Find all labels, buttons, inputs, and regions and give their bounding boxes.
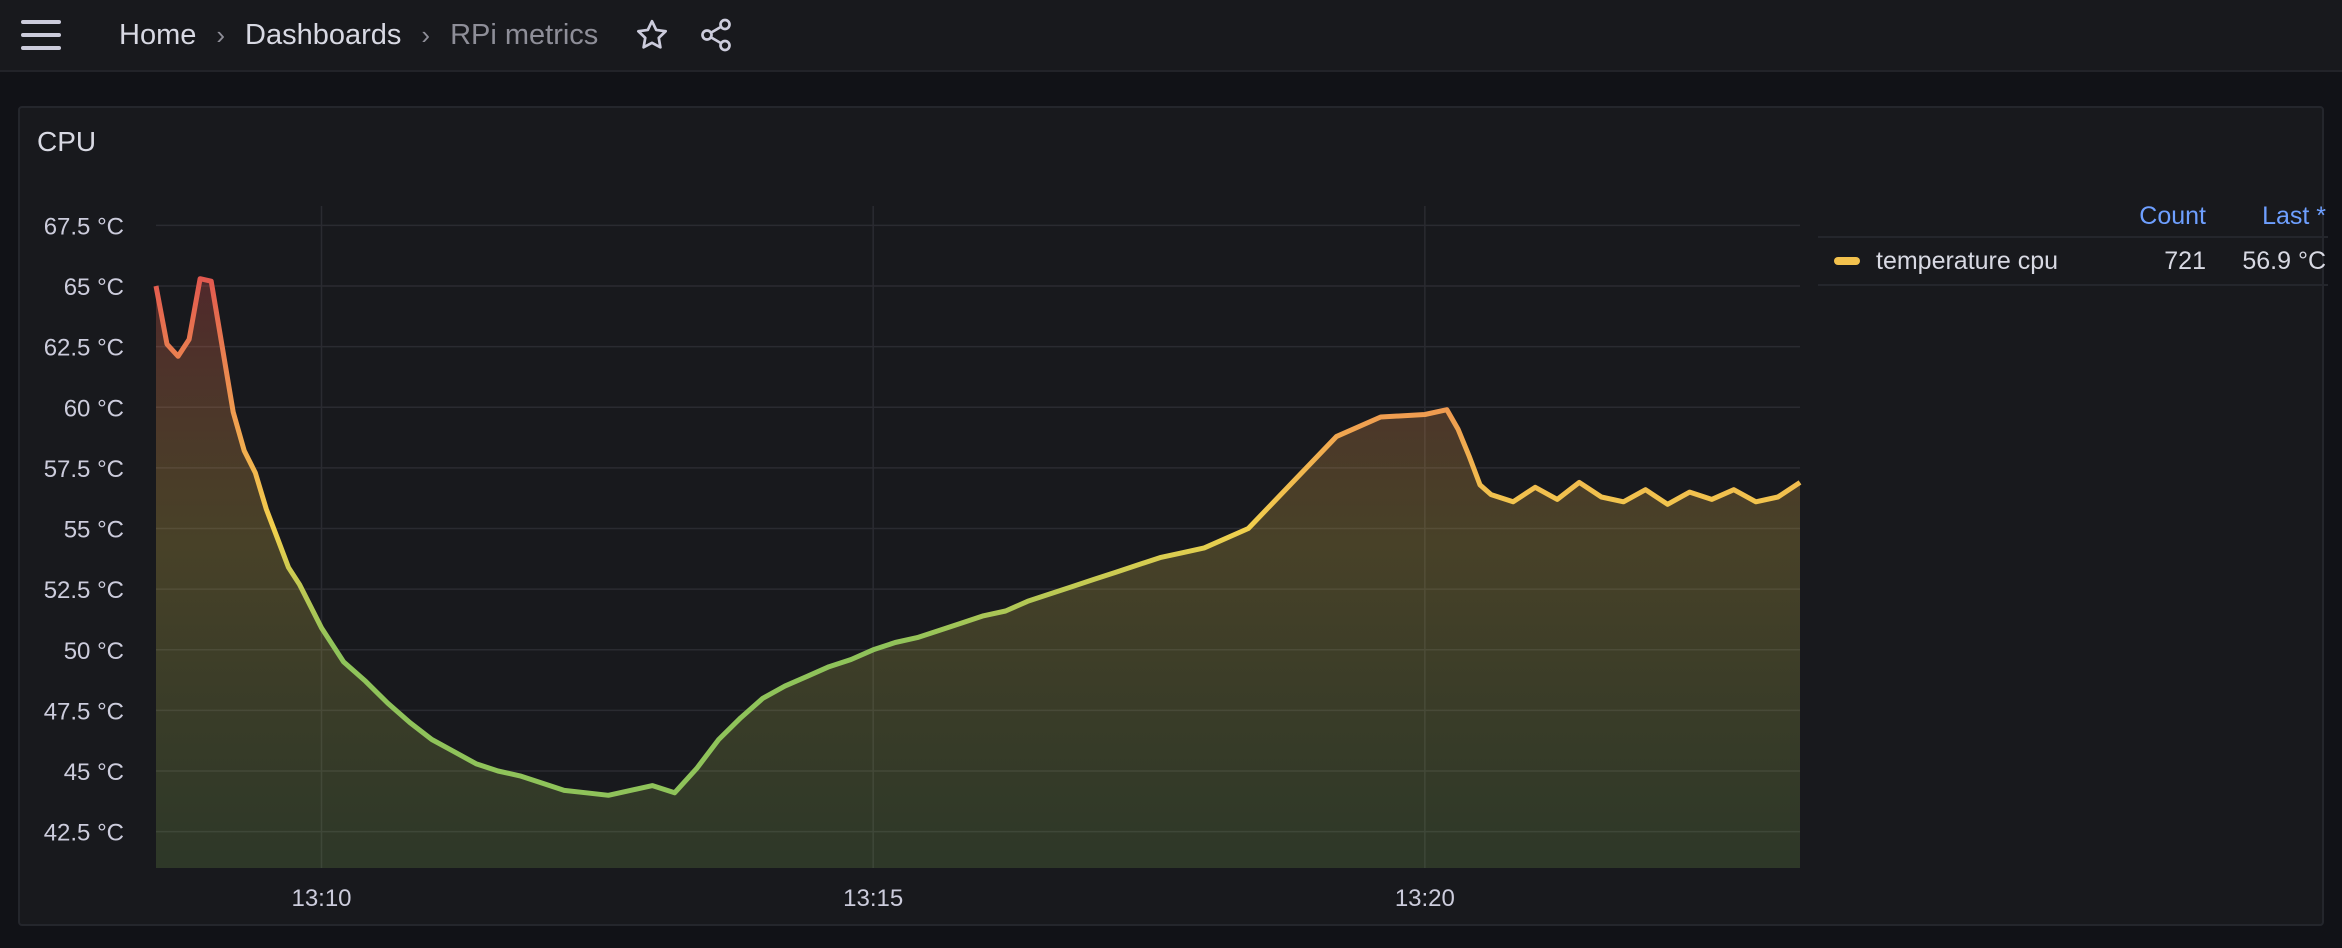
breadcrumb-separator: › [421,19,431,50]
x-tick-label: 13:15 [843,885,903,912]
legend-series-row[interactable]: temperature cpu 721 56.9 °C [1818,236,2328,286]
breadcrumb-dashboards[interactable]: Dashboards [245,19,401,52]
y-tick-label: 42.5 °C [44,820,124,847]
legend: Count Last * temperature cpu 721 56.9 °C [1818,196,2328,286]
menu-icon[interactable] [21,20,63,50]
share-icon[interactable] [696,15,736,55]
y-tick-label: 62.5 °C [44,335,124,362]
legend-header-count[interactable]: Count [2086,202,2206,231]
legend-header-last[interactable]: Last * [2206,202,2328,231]
y-tick-label: 65 °C [64,274,124,301]
breadcrumb-separator: › [216,19,226,50]
y-tick-label: 52.5 °C [44,577,124,604]
y-tick-label: 67.5 °C [44,213,124,240]
legend-swatch [1834,257,1860,265]
legend-series-name: temperature cpu [1876,246,2059,275]
x-tick-label: 13:20 [1395,885,1455,912]
y-tick-label: 50 °C [64,638,124,665]
temperature-chart[interactable]: 67.5 °C 65 °C 62.5 °C 60 °C 57.5 °C 55 °C 52.5… [20,108,1820,928]
y-tick-label: 55 °C [64,517,124,544]
top-navbar: Home › Dashboards › RPi metrics [0,0,2342,72]
star-icon[interactable] [632,15,672,55]
x-tick-label: 13:10 [291,885,351,912]
cpu-panel: CPU 67.5 °C 65 °C 62.5 °C 60 °C 57.5 °C 55 °C… [18,106,2328,928]
breadcrumb-current: RPi metrics [450,18,599,51]
y-tick-label: 45 °C [64,759,124,786]
legend-header: Count Last * [1818,196,2328,236]
breadcrumb-home[interactable]: Home [119,19,196,52]
breadcrumb: Home › Dashboards › RPi metrics [119,19,598,52]
series-area-fill [156,278,1800,868]
legend-last-value: 56.9 °C [2242,246,2326,275]
y-tick-label: 60 °C [64,395,124,422]
y-tick-label: 57.5 °C [44,456,124,483]
y-tick-label: 47.5 °C [44,698,124,725]
legend-count-value: 721 [2164,246,2206,275]
